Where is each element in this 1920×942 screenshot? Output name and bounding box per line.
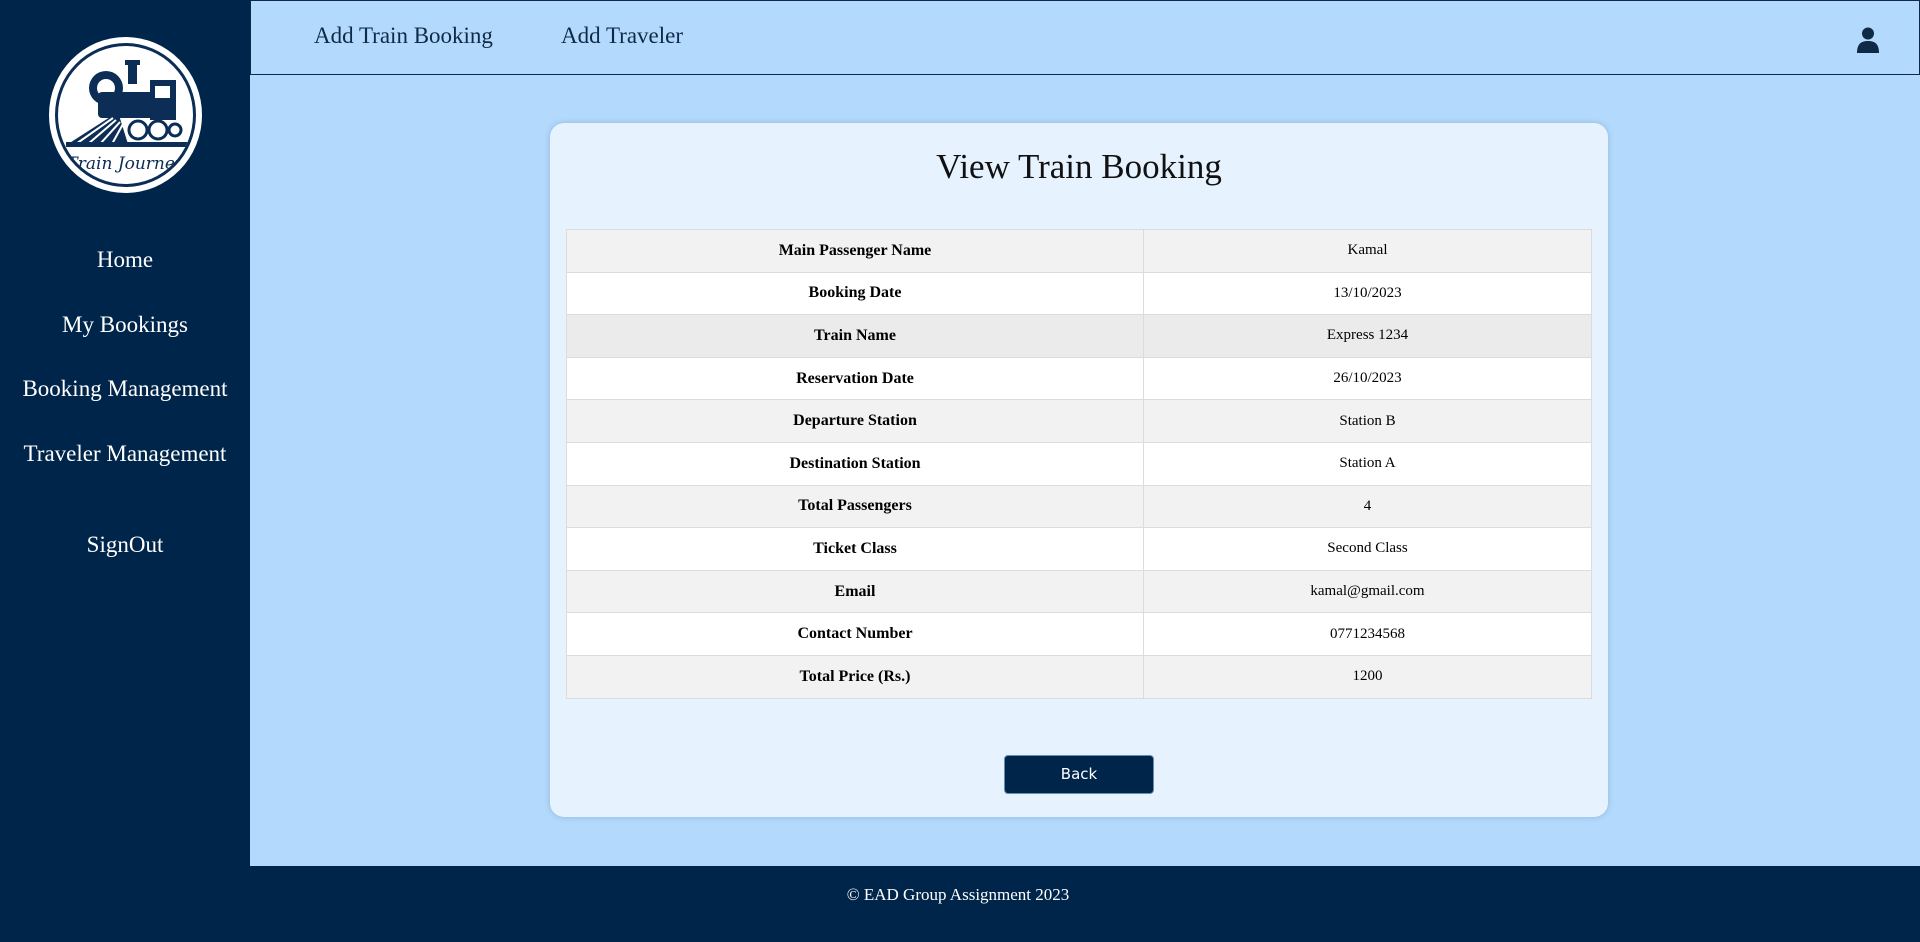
sidebar: Train Journey Home My Bookings Booking M…: [0, 0, 250, 866]
table-row: Departure Station Station B: [566, 399, 1592, 443]
row-value: Station A: [1143, 441, 1592, 486]
table-row: Email kamal@gmail.com: [566, 569, 1592, 614]
train-journey-logo[interactable]: Train Journey: [49, 37, 202, 193]
row-key: Total Price (Rs.): [566, 654, 1144, 699]
table-row: Train Name Express 1234: [566, 314, 1592, 358]
page-title: View Train Booking: [936, 147, 1222, 186]
table-row: Total Price (Rs.) 1200: [566, 654, 1592, 699]
user-icon[interactable]: [1857, 27, 1879, 53]
back-button[interactable]: Back: [1004, 755, 1154, 794]
footer: © EAD Group Assignment 2023: [0, 866, 1920, 942]
row-key: Main Passenger Name: [566, 229, 1144, 273]
sidebar-item-traveler-management[interactable]: Traveler Management: [0, 441, 250, 467]
row-value: 26/10/2023: [1143, 356, 1592, 401]
row-value: Second Class: [1143, 527, 1592, 571]
row-key: Ticket Class: [566, 527, 1144, 571]
sidebar-item-booking-management[interactable]: Booking Management: [0, 376, 250, 402]
sidebar-item-my-bookings[interactable]: My Bookings: [0, 312, 250, 338]
row-value: Express 1234: [1143, 314, 1592, 358]
top-nav-bar: Add Train Booking Add Traveler: [250, 0, 1920, 75]
table-row: Destination Station Station A: [566, 441, 1592, 486]
row-key: Email: [566, 569, 1144, 614]
row-key: Destination Station: [566, 441, 1144, 486]
row-key: Total Passengers: [566, 484, 1144, 529]
row-key: Contact Number: [566, 612, 1144, 656]
row-key: Reservation Date: [566, 356, 1144, 401]
table-row: Main Passenger Name Kamal: [566, 229, 1592, 273]
add-train-booking-link[interactable]: Add Train Booking: [314, 23, 493, 49]
row-key: Train Name: [566, 314, 1144, 358]
logo-ring: Train Journey: [55, 43, 196, 187]
row-value: Station B: [1143, 399, 1592, 443]
row-key: Departure Station: [566, 399, 1144, 443]
row-value: 4: [1143, 484, 1592, 529]
table-row: Booking Date 13/10/2023: [566, 271, 1592, 316]
row-value: 1200: [1143, 654, 1592, 699]
logo-text: Train Journey: [66, 154, 185, 174]
row-value: 0771234568: [1143, 612, 1592, 656]
add-traveler-link[interactable]: Add Traveler: [561, 23, 683, 49]
row-value: 13/10/2023: [1143, 271, 1592, 316]
row-value: kamal@gmail.com: [1143, 569, 1592, 614]
table-row: Reservation Date 26/10/2023: [566, 356, 1592, 401]
sidebar-item-signout[interactable]: SignOut: [0, 532, 250, 558]
table-row: Contact Number 0771234568: [566, 612, 1592, 656]
row-value: Kamal: [1143, 229, 1592, 273]
sidebar-item-home[interactable]: Home: [0, 247, 250, 273]
table-row: Total Passengers 4: [566, 484, 1592, 529]
footer-copyright: © EAD Group Assignment 2023: [846, 885, 1070, 904]
table-row: Ticket Class Second Class: [566, 527, 1592, 571]
booking-details-table: Main Passenger Name Kamal Booking Date 13/…: [566, 229, 1592, 699]
row-key: Booking Date: [566, 271, 1144, 316]
booking-details-card: View Train Booking Main Passenger Name Ka…: [550, 123, 1608, 817]
